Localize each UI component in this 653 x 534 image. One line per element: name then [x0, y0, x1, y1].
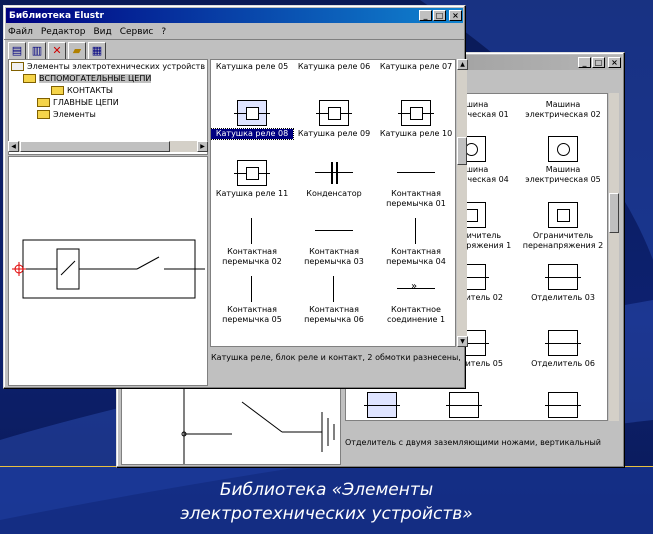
- grid-item[interactable]: Контактная перемычка 04: [375, 218, 455, 267]
- menu-bar: Файл Редактор Вид Сервис ?: [4, 25, 465, 39]
- scroll-down-icon[interactable]: ▼: [457, 336, 468, 347]
- grid-item[interactable]: Контактная перемычка 06: [293, 276, 375, 325]
- close-button[interactable]: ×: [449, 10, 462, 21]
- contact-connection-icon: »: [397, 276, 435, 302]
- book-icon: [11, 62, 24, 71]
- jumper-icon: [237, 276, 267, 302]
- preview-panel: [8, 156, 208, 386]
- minimize-button[interactable]: _: [419, 10, 432, 21]
- toolbar: ▤ ▥ ✕ ▰ ▦: [4, 39, 465, 61]
- scroll-thumb[interactable]: [457, 137, 467, 165]
- grid-item[interactable]: Ограничитель перенапряжения 2: [518, 202, 607, 251]
- folder-open-icon: [23, 74, 36, 83]
- tree-item-aux[interactable]: ВСПОМОГАТЕЛЬНЫЕ ЦЕПИ: [23, 74, 152, 83]
- disconnector-icon: [545, 330, 581, 356]
- grid-item[interactable]: Отделитель 06: [518, 330, 607, 369]
- grid-item[interactable]: Контактная перемычка 05: [211, 276, 293, 325]
- relay-coil-icon: [234, 100, 270, 126]
- edit-icon[interactable]: ▦: [88, 41, 106, 60]
- grid-item[interactable]: Конденсатор: [293, 160, 375, 199]
- grid-vscrollbar[interactable]: ▲ ▼: [456, 59, 468, 347]
- preview-diagram: [181, 382, 335, 464]
- grid-item[interactable]: Катушка реле 09: [293, 100, 375, 139]
- disconnector-icon: [545, 392, 581, 418]
- disconnector-icon: [364, 392, 400, 418]
- tree-item-contacts[interactable]: КОНТАКТЫ: [51, 86, 113, 95]
- grid-item[interactable]: Катушка реле 05: [211, 62, 293, 72]
- jumper-icon: [237, 218, 267, 244]
- relay-preview-diagram: [12, 239, 205, 299]
- front-window: Библиотека Elustr _ □ × Файл Редактор Ви…: [3, 5, 468, 389]
- machine-icon: [548, 136, 578, 162]
- scroll-thumb[interactable]: [609, 193, 619, 233]
- grid-item[interactable]: Отделитель 03: [518, 264, 607, 303]
- grid-item[interactable]: Контактная перемычка 03: [293, 218, 375, 267]
- menu-service[interactable]: Сервис: [120, 27, 154, 37]
- grid-item[interactable]: » Контактное соединение 1: [375, 276, 455, 325]
- jumper-icon: [397, 160, 435, 186]
- grid-item[interactable]: Машина электрическая 05: [518, 136, 607, 185]
- back-preview-panel: [121, 381, 341, 465]
- open-icon[interactable]: ▤: [8, 41, 26, 60]
- folder-icon: [37, 98, 50, 107]
- front-status-text: Катушка реле, блок реле и контакт, 2 обм…: [211, 353, 463, 362]
- slide-caption: Библиотека «Элементы электротехнических …: [0, 478, 653, 526]
- close-button[interactable]: ×: [608, 57, 621, 68]
- folder-icon[interactable]: ▰: [68, 41, 86, 60]
- element-grid-panel[interactable]: Катушка реле 05 Катушка реле 06 Катушка …: [210, 59, 456, 347]
- grid-item[interactable]: Катушка реле 11: [211, 160, 293, 199]
- save-icon[interactable]: ▥: [28, 41, 46, 60]
- scroll-right-icon[interactable]: ▶: [197, 141, 208, 152]
- tree-item-root[interactable]: Элементы электротехнических устройств: [11, 62, 205, 71]
- delete-icon[interactable]: ✕: [48, 41, 66, 60]
- tree-item-elements[interactable]: Элементы: [37, 110, 96, 119]
- maximize-button[interactable]: □: [433, 10, 446, 21]
- grid-item[interactable]: Катушка реле 10: [375, 100, 455, 139]
- window-title: Библиотека Elustr: [9, 10, 104, 21]
- front-window-titlebar[interactable]: Библиотека Elustr _ □ ×: [6, 8, 463, 23]
- grid-item[interactable]: Контактная перемычка 02: [211, 218, 293, 267]
- disconnector-icon: [545, 264, 581, 290]
- back-grid-scrollbar[interactable]: [608, 93, 619, 421]
- caption-line-1: Библиотека «Элементы: [219, 480, 434, 500]
- limiter-icon: [548, 202, 578, 228]
- menu-help[interactable]: ?: [161, 27, 166, 37]
- grid-item[interactable]: Машина электрическая 02: [518, 100, 607, 120]
- scroll-left-icon[interactable]: ◀: [8, 141, 19, 152]
- jumper-icon: [401, 218, 431, 244]
- relay-coil-icon: [234, 160, 270, 186]
- relay-coil-icon: [316, 100, 352, 126]
- grid-item[interactable]: [518, 392, 607, 420]
- jumper-icon: [319, 276, 349, 302]
- folder-icon: [51, 86, 64, 95]
- disconnector-icon: [446, 392, 482, 418]
- maximize-button[interactable]: □: [592, 57, 605, 68]
- scroll-thumb[interactable]: [20, 141, 170, 152]
- jumper-icon: [315, 218, 353, 244]
- menu-file[interactable]: Файл: [8, 27, 33, 37]
- minimize-button[interactable]: _: [578, 57, 591, 68]
- scroll-up-icon[interactable]: ▲: [457, 59, 468, 70]
- capacitor-icon: [315, 160, 353, 186]
- menu-view[interactable]: Вид: [93, 27, 111, 37]
- tree-hscrollbar[interactable]: ◀ ▶: [8, 141, 208, 152]
- grid-item[interactable]: [352, 392, 412, 420]
- grid-item[interactable]: [434, 392, 494, 420]
- caption-line-2: электротехнических устройств»: [180, 504, 473, 524]
- back-status-text: Отделитель с двумя заземляющими ножами, …: [345, 438, 601, 447]
- grid-item[interactable]: Катушка реле 06: [293, 62, 375, 72]
- tree-item-main[interactable]: ГЛАВНЫЕ ЦЕПИ: [37, 98, 119, 107]
- menu-edit[interactable]: Редактор: [41, 27, 86, 37]
- grid-item[interactable]: Катушка реле 07: [375, 62, 455, 72]
- relay-coil-icon: [398, 100, 434, 126]
- grid-item-selected[interactable]: Катушка реле 08: [211, 100, 294, 140]
- folder-icon: [37, 110, 50, 119]
- grid-item[interactable]: Контактная перемычка 01: [375, 160, 455, 209]
